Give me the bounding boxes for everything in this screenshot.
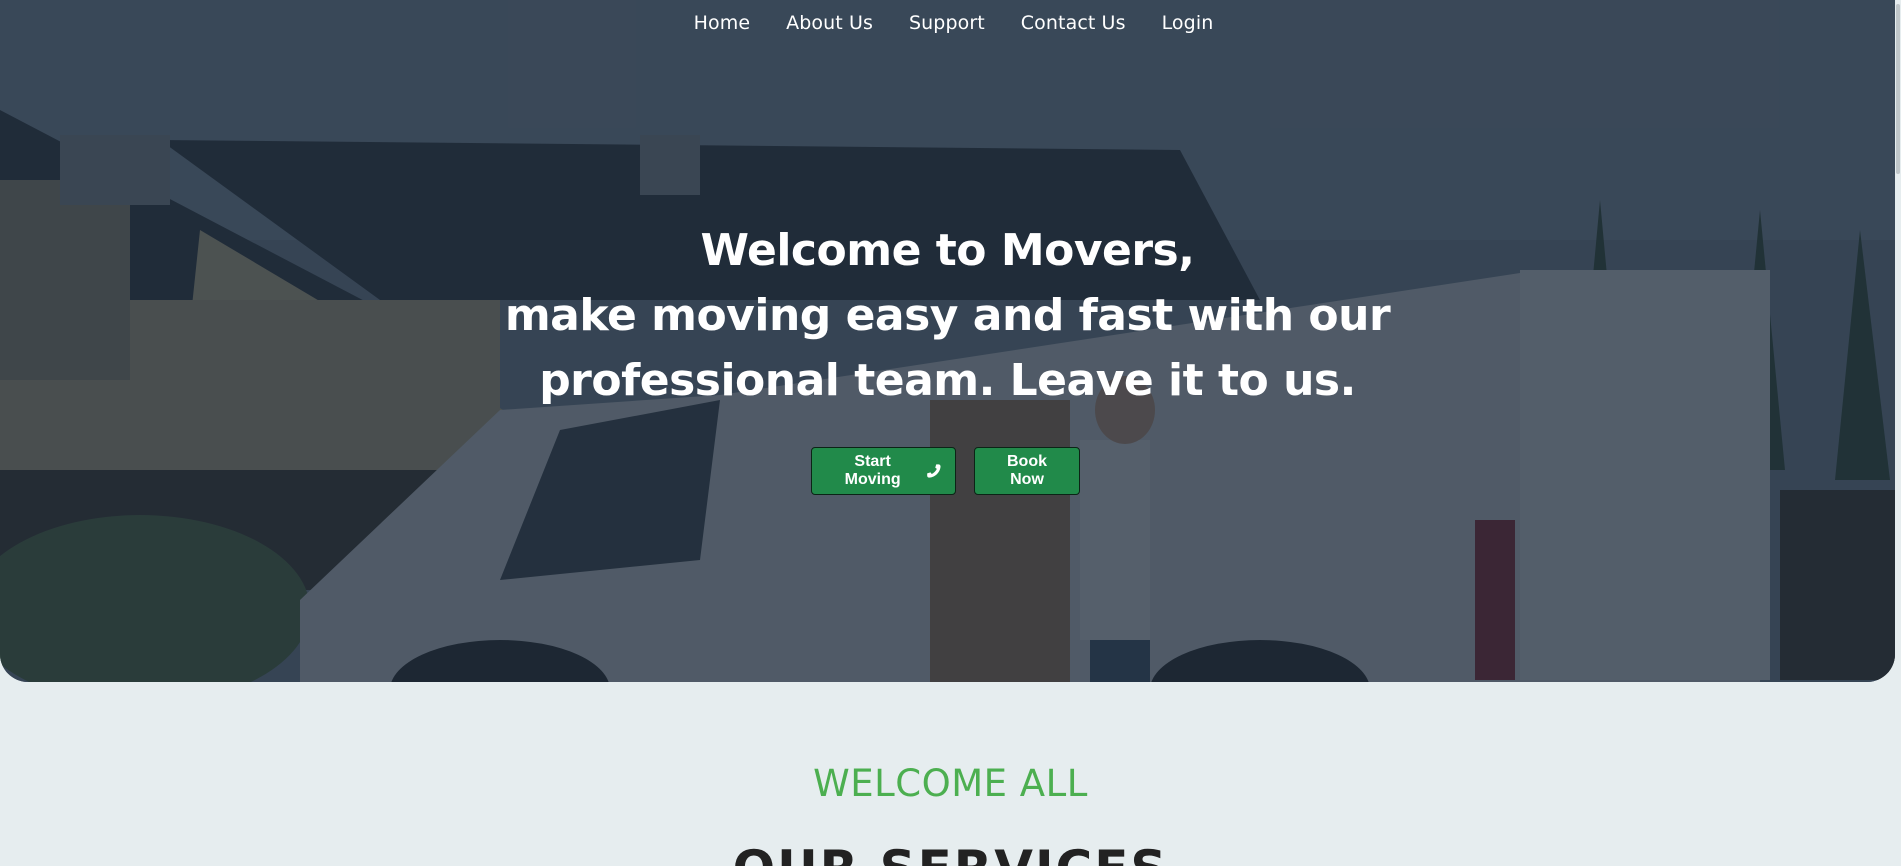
hero-heading-line-3: professional team. Leave it to us. — [539, 355, 1356, 406]
nav-home[interactable]: Home — [694, 12, 751, 34]
phone-icon — [927, 464, 941, 478]
start-moving-label: Start Moving — [844, 453, 901, 488]
nav-support[interactable]: Support — [909, 12, 985, 34]
start-moving-button[interactable]: Start Moving — [811, 447, 956, 495]
services-title: OUR SERVICES — [0, 840, 1901, 866]
hero-heading-line-1: Welcome to Movers, — [700, 225, 1195, 276]
page-scrollbar[interactable] — [1895, 0, 1901, 866]
nav-login[interactable]: Login — [1162, 12, 1214, 34]
scrollbar-thumb[interactable] — [1896, 4, 1900, 174]
nav-contact-us[interactable]: Contact Us — [1021, 12, 1126, 34]
hero-heading: Welcome to Movers, make moving easy and … — [0, 218, 1895, 413]
services-kicker: WELCOME ALL — [813, 762, 1088, 805]
book-now-button[interactable]: Book Now — [974, 447, 1080, 495]
hero-heading-line-2: make moving easy and fast with our — [504, 290, 1391, 341]
nav-about-us[interactable]: About Us — [786, 12, 873, 34]
top-navigation: Home About Us Support Contact Us Login — [0, 12, 1895, 34]
hero-buttons: Start Moving Book Now — [0, 447, 1895, 495]
hero-section: Home About Us Support Contact Us Login W… — [0, 0, 1895, 682]
